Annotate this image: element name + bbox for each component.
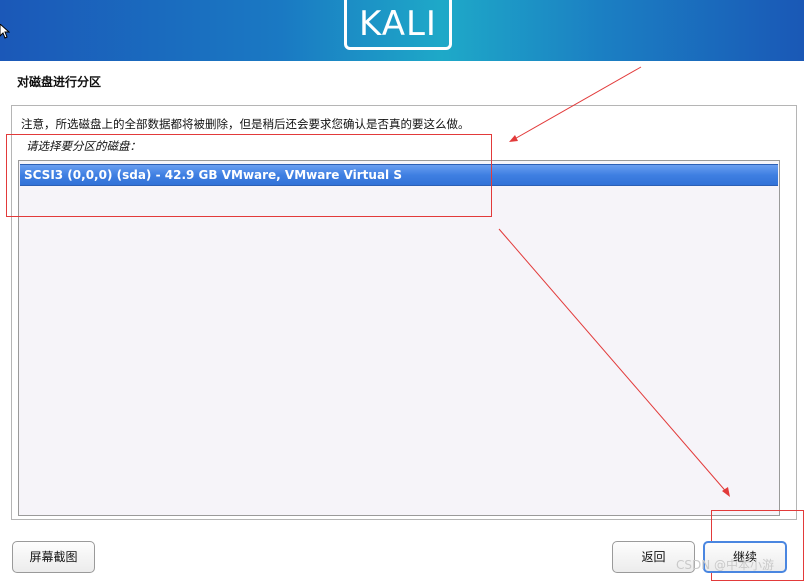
screenshot-button[interactable]: 屏幕截图 xyxy=(12,541,95,573)
kali-logo: KALI xyxy=(359,4,437,44)
annotation-box-disk xyxy=(6,134,492,217)
kali-header-banner: KALI xyxy=(0,0,804,61)
watermark: CSDN @中本小游 xyxy=(676,558,775,572)
warning-note: 注意，所选磁盘上的全部数据都将被删除，但是稍后还会要求您确认是否真的要这么做。 xyxy=(21,117,470,131)
mouse-cursor-icon xyxy=(0,24,10,39)
step-title: 对磁盘进行分区 xyxy=(17,75,102,89)
installer-window: KALI 对磁盘进行分区 注意，所选磁盘上的全部数据都将被删除，但是稍后还会要求… xyxy=(0,0,804,581)
